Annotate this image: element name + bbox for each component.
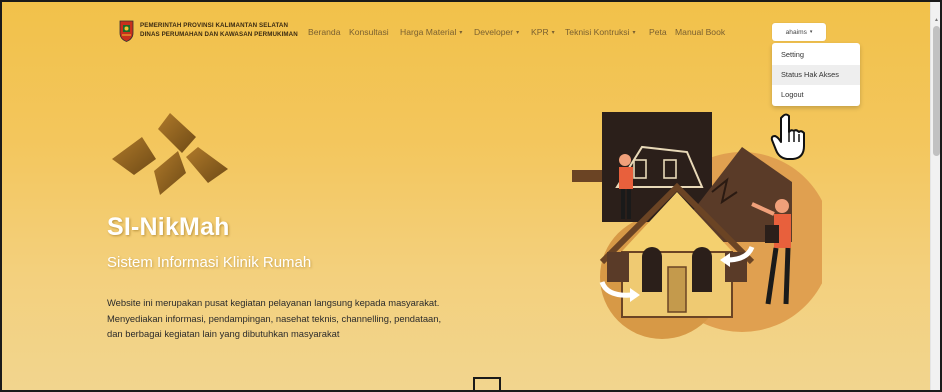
- caret-down-icon: ▾: [516, 30, 520, 36]
- page-frame: PEMERINTAH PROVINSI KALIMANTAN SELATAN D…: [0, 0, 942, 392]
- hero-description: Website ini merupakan pusat kegiatan pel…: [107, 295, 487, 342]
- caret-down-icon: ▾: [809, 29, 813, 35]
- nav-harga-material[interactable]: Harga Material ▾: [400, 27, 462, 37]
- navbar: PEMERINTAH PROVINSI KALIMANTAN SELATAN D…: [2, 2, 928, 42]
- nav-developer[interactable]: Developer ▾: [474, 27, 519, 37]
- hand-pointer-icon: [770, 113, 805, 160]
- nav-teknisi-kontruksi[interactable]: Teknisi Kontruksi ▾: [565, 27, 636, 37]
- nav-label: Developer: [474, 27, 514, 37]
- user-menu-button[interactable]: ahaims ▾: [772, 23, 826, 41]
- sinikmah-diamond-logo-icon: [112, 113, 228, 195]
- caret-down-icon: ▾: [632, 30, 636, 36]
- scrollbar-thumb[interactable]: [933, 26, 940, 156]
- scroll-down-indicator[interactable]: [473, 377, 501, 390]
- nav-label: Peta: [649, 27, 667, 37]
- nav-peta[interactable]: Peta: [649, 27, 667, 37]
- nav-label: Teknisi Kontruksi: [565, 27, 630, 37]
- nav-label: Beranda: [308, 27, 341, 37]
- org-line-2: DINAS PERUMAHAN DAN KAWASAN PERMUKIMAN: [140, 30, 298, 38]
- description-line-2: Menyediakan informasi, pendampingan, nas…: [107, 312, 442, 324]
- hero-title: SI-NikMah: [107, 213, 230, 241]
- description-line-1: Website ini merupakan pusat kegiatan pel…: [107, 297, 440, 308]
- org-name[interactable]: PEMERINTAH PROVINSI KALIMANTAN SELATAN D…: [140, 22, 298, 39]
- nav-label: Manual Book: [675, 27, 726, 37]
- nav-label: KPR: [531, 27, 549, 37]
- hero-subtitle: Sistem Informasi Klinik Rumah: [107, 254, 312, 271]
- nav-kpr[interactable]: KPR ▾: [531, 27, 555, 37]
- org-line-1: PEMERINTAH PROVINSI KALIMANTAN SELATAN: [140, 22, 289, 29]
- nav-konsultasi[interactable]: Konsultasi: [349, 27, 389, 37]
- username: ahaims: [785, 28, 807, 36]
- description-line-3: dan berbagai kegiatan lain yang dibutuhk…: [107, 328, 340, 339]
- nav-label: Harga Material: [400, 27, 457, 37]
- nav-beranda[interactable]: Beranda: [308, 27, 341, 37]
- scroll-up-arrow-icon[interactable]: ▲: [934, 17, 939, 23]
- nav-manual-book[interactable]: Manual Book: [675, 27, 725, 37]
- menu-item-setting[interactable]: Setting: [772, 45, 860, 65]
- provincial-crest-icon[interactable]: [119, 20, 134, 42]
- nav-label: Konsultasi: [349, 27, 389, 37]
- caret-down-icon: ▾: [459, 30, 463, 36]
- caret-down-icon: ▾: [551, 30, 555, 36]
- menu-item-status-hak-akses[interactable]: Status Hak Akses: [772, 65, 860, 85]
